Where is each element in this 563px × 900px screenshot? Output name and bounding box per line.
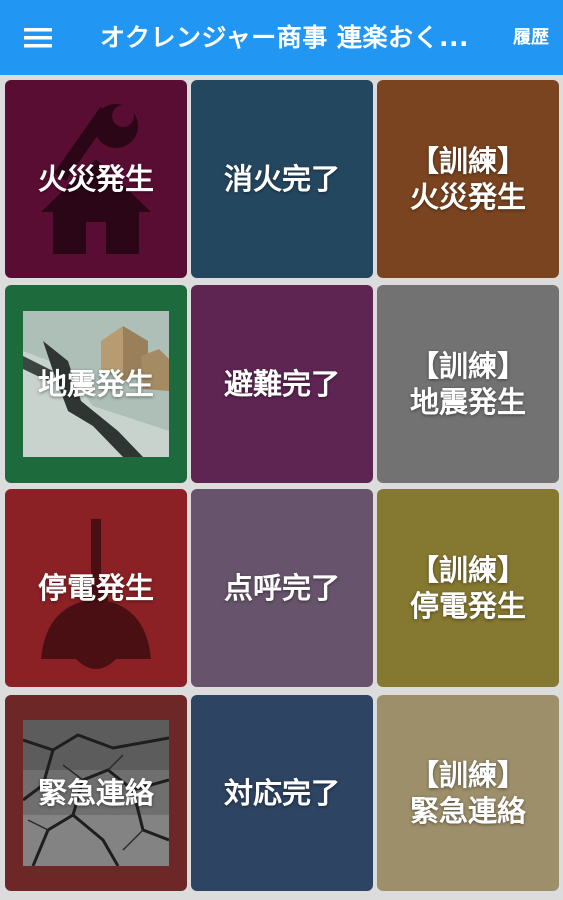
power-outage-button[interactable]: 停電発生 xyxy=(5,489,187,687)
tile-label: 停電発生 xyxy=(37,571,154,605)
drill-power-outage-button[interactable]: 【訓練】 停電発生 xyxy=(377,489,559,687)
tile-label: 点呼完了 xyxy=(223,571,340,605)
tile-label: 【訓練】 地震発生 xyxy=(409,349,526,419)
tile-label: 地震発生 xyxy=(37,367,154,401)
tile-label: 避難完了 xyxy=(223,367,340,401)
app-bar: オクレンジャー商事 連楽おく... 履歴 xyxy=(0,0,563,75)
app-title: オクレンジャー商事 連楽おく... xyxy=(100,23,469,52)
fire-extinguished-button[interactable]: 消火完了 xyxy=(191,80,373,278)
tile-label: 対応完了 xyxy=(223,776,340,810)
drill-earthquake-button[interactable]: 【訓練】 地震発生 xyxy=(377,285,559,483)
tile-label: 火災発生 xyxy=(37,162,154,196)
fire-outbreak-button[interactable]: 火災発生 xyxy=(5,80,187,278)
tile-label: 【訓練】 火災発生 xyxy=(409,144,526,214)
tile-label: 消火完了 xyxy=(223,162,340,196)
earthquake-button[interactable]: 地震発生 xyxy=(5,285,187,483)
alert-button-grid: 火災発生 消火完了 【訓練】 火災発生 地震発生 避難完了 【訓練】 地震発生 xyxy=(0,75,563,900)
emergency-contact-button[interactable]: 緊急連絡 xyxy=(5,695,187,891)
roll-call-complete-button[interactable]: 点呼完了 xyxy=(191,489,373,687)
response-complete-button[interactable]: 対応完了 xyxy=(191,695,373,891)
drill-fire-outbreak-button[interactable]: 【訓練】 火災発生 xyxy=(377,80,559,278)
evacuation-complete-button[interactable]: 避難完了 xyxy=(191,285,373,483)
hamburger-menu-icon[interactable] xyxy=(20,22,56,54)
tile-label: 緊急連絡 xyxy=(37,776,154,810)
tile-label: 【訓練】 緊急連絡 xyxy=(409,758,526,828)
tile-label: 【訓練】 停電発生 xyxy=(409,553,526,623)
history-button[interactable]: 履歴 xyxy=(513,0,549,75)
drill-emergency-contact-button[interactable]: 【訓練】 緊急連絡 xyxy=(377,695,559,891)
